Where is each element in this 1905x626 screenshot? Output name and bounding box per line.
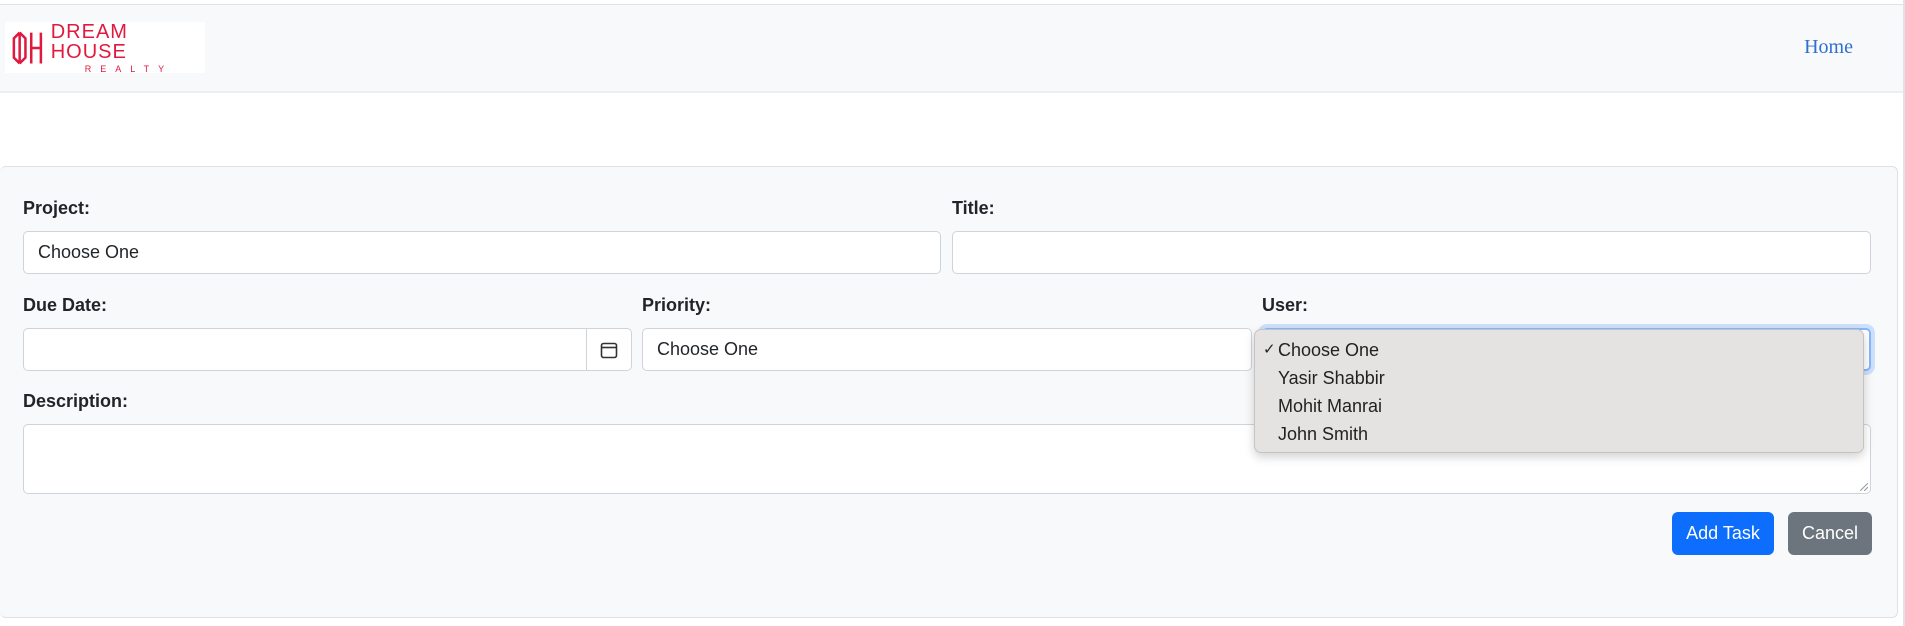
brand-name: DREAM HOUSE	[50, 20, 128, 63]
calendar-icon	[600, 342, 618, 358]
priority-select[interactable]: Choose One	[642, 328, 1252, 371]
title-label: Title:	[952, 198, 995, 218]
description-label: Description:	[23, 391, 129, 411]
user-label: User:	[1262, 295, 1309, 315]
title-input[interactable]	[952, 231, 1871, 274]
user-option[interactable]: Yasir Shabbir	[1255, 364, 1863, 392]
dh-logo-icon	[12, 31, 43, 64]
checkmark-icon: ✓	[1263, 341, 1276, 358]
user-option[interactable]: John Smith	[1255, 420, 1863, 448]
user-option[interactable]: ✓ Choose One	[1255, 336, 1863, 364]
nav-home-link[interactable]: Home	[1804, 36, 1853, 59]
project-select[interactable]: Choose One	[23, 231, 941, 274]
resize-handle-icon[interactable]	[1860, 483, 1868, 491]
user-dropdown-list: ✓ Choose One Yasir Shabbir Mohit Manrai …	[1254, 329, 1864, 453]
due-date-label: Due Date:	[23, 295, 108, 315]
brand-wordmark: DREAM HOUSE REALTY	[51, 22, 205, 74]
calendar-button[interactable]	[586, 328, 632, 371]
user-option[interactable]: Mohit Manrai	[1255, 392, 1863, 420]
add-task-button[interactable]: Add Task	[1672, 512, 1774, 555]
user-option-label: Choose One	[1278, 340, 1380, 360]
brand-logo[interactable]: DREAM HOUSE REALTY	[5, 22, 205, 73]
cancel-button[interactable]: Cancel	[1788, 512, 1872, 555]
due-date-input[interactable]	[23, 328, 587, 371]
user-option-label: John Smith	[1278, 424, 1369, 444]
user-option-label: Yasir Shabbir	[1278, 368, 1385, 388]
project-label: Project:	[23, 198, 91, 218]
navbar: DREAM HOUSE REALTY Home	[0, 5, 1905, 93]
priority-label: Priority:	[642, 295, 712, 315]
brand-tagline: REALTY	[84, 63, 174, 74]
user-option-label: Mohit Manrai	[1278, 396, 1383, 416]
